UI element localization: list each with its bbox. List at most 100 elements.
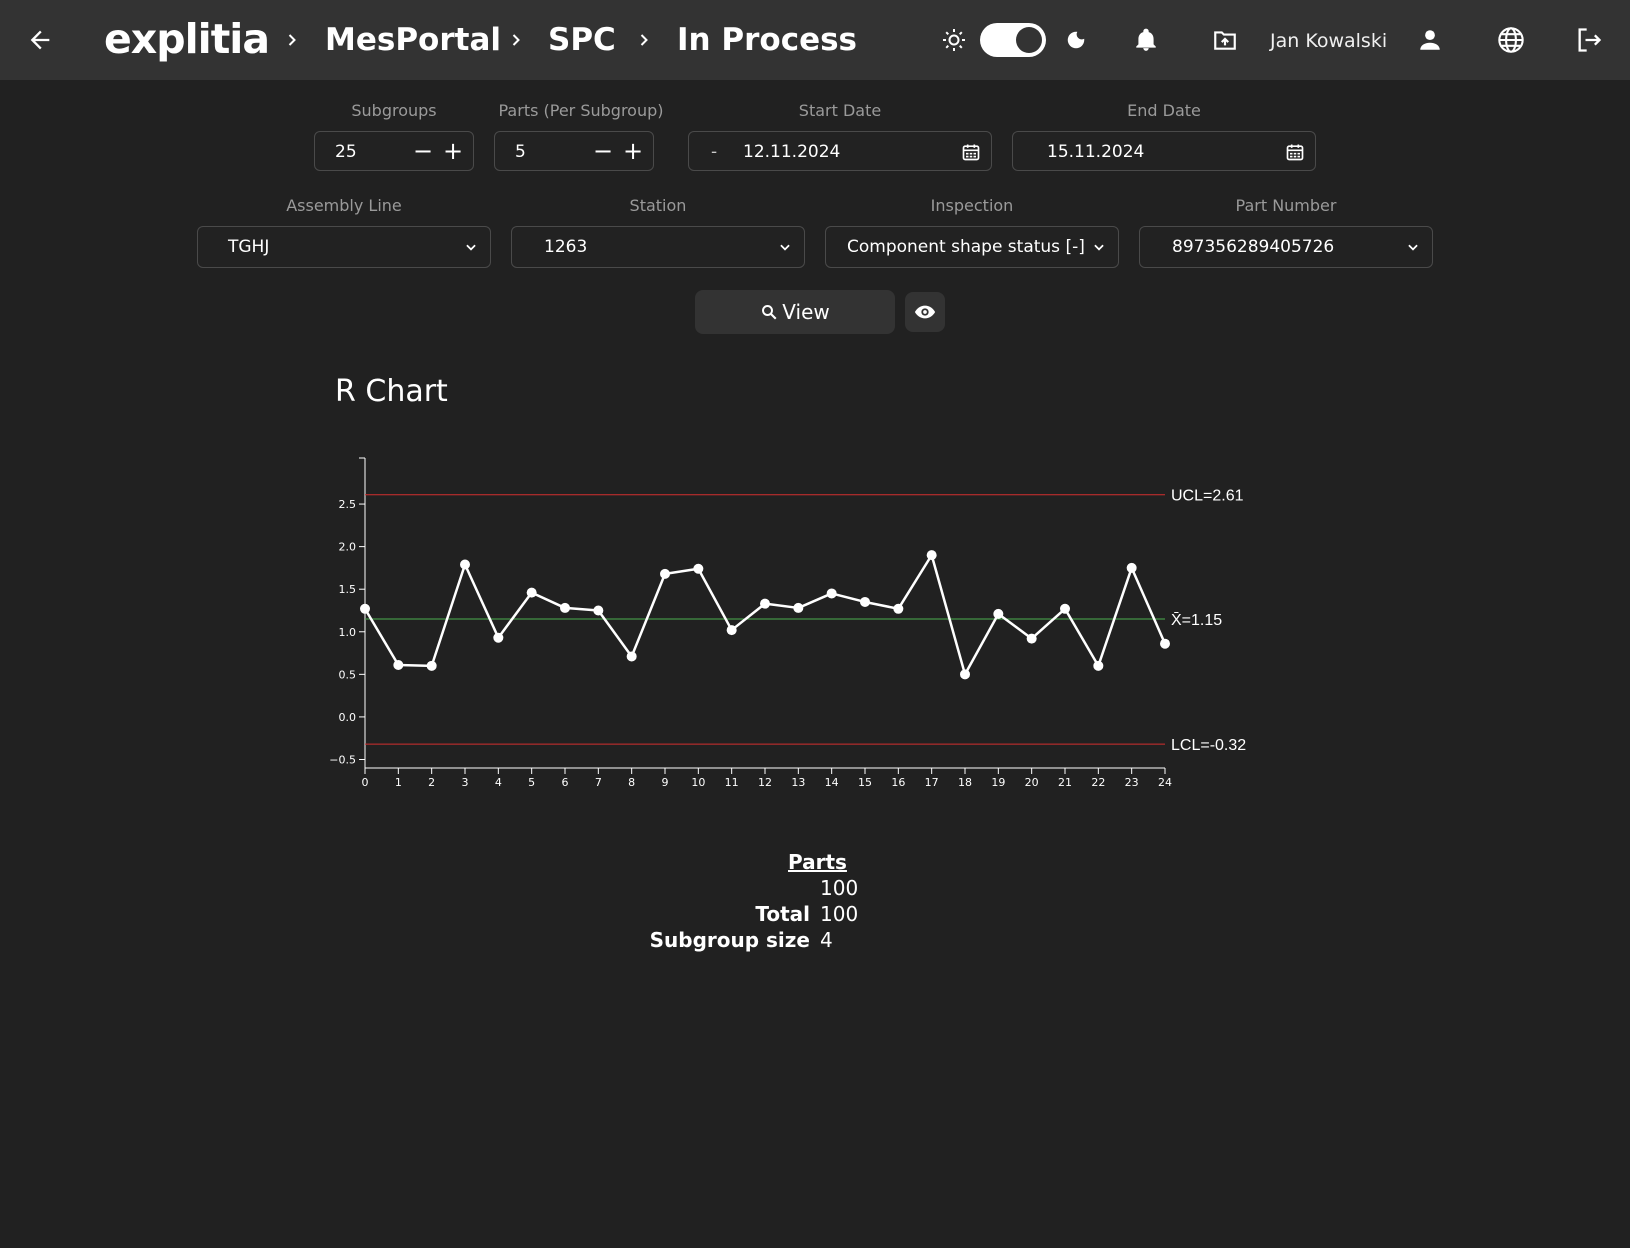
data-point: [593, 605, 604, 616]
x-tick-label: 22: [1091, 776, 1105, 789]
subgroups-label: Subgroups: [351, 101, 437, 120]
toggle-visibility-button[interactable]: [905, 292, 945, 332]
breadcrumb-in-process[interactable]: In Process: [677, 18, 857, 62]
subgroups-decrement-button[interactable]: −: [409, 137, 437, 165]
x-tick-label: 5: [528, 776, 535, 789]
assembly-line-value: TGHJ: [228, 237, 270, 257]
subgroups-value[interactable]: 25: [335, 142, 357, 162]
station-label: Station: [629, 196, 687, 215]
eye-icon: [914, 305, 936, 319]
start-date-value[interactable]: 12.11.2024: [743, 142, 840, 162]
x-tick-label: 8: [628, 776, 635, 789]
x-tick-label: 1: [395, 776, 402, 789]
chart-title: R Chart: [335, 374, 448, 409]
breadcrumb-mesportal[interactable]: MesPortal: [325, 18, 501, 62]
start-date-input[interactable]: - 12.11.2024: [688, 131, 992, 171]
chevron-right-icon: [504, 24, 528, 56]
assembly-line-select[interactable]: TGHJ: [197, 226, 491, 268]
x-tick-label: 4: [495, 776, 502, 789]
data-point: [560, 602, 570, 613]
control-line-label-center: X̄=1.15: [1171, 612, 1222, 629]
stat-label: [560, 876, 810, 902]
toggle-knob: [1016, 27, 1042, 53]
data-point: [1093, 660, 1104, 671]
data-point: [793, 602, 804, 613]
subgroups-increment-button[interactable]: +: [439, 137, 467, 165]
chevron-down-icon: [1094, 244, 1104, 251]
end-date-input[interactable]: 15.11.2024: [1012, 131, 1316, 171]
parts-increment-button[interactable]: +: [619, 137, 647, 165]
part-number-label: Part Number: [1235, 196, 1337, 215]
end-date-label: End Date: [1127, 101, 1201, 120]
view-button-label: View: [782, 300, 830, 324]
data-point: [493, 632, 504, 643]
theme-toggle[interactable]: [980, 23, 1046, 57]
r-chart: −0.50.00.51.01.52.02.50 1 2 3 4 5 6 7 8 9 10 11 12 13…: [329, 457, 1246, 789]
station-select[interactable]: 1263: [511, 226, 805, 268]
logout-icon[interactable]: [1572, 22, 1606, 58]
subgroups-stepper[interactable]: 25 − +: [314, 131, 474, 171]
inspection-value: Component shape status [-]: [847, 237, 1085, 257]
brand-logo[interactable]: explitia: [104, 14, 270, 64]
chevron-right-icon: [280, 24, 304, 56]
data-point: [693, 563, 704, 574]
parts-decrement-button[interactable]: −: [589, 137, 617, 165]
back-button[interactable]: [22, 20, 58, 60]
part-number-select[interactable]: 897356289405726: [1139, 226, 1433, 268]
y-tick-label: 1.5: [339, 583, 357, 596]
data-point: [926, 550, 937, 561]
stat-label-subgroup-size: Subgroup size: [649, 928, 810, 952]
x-tick-label: 18: [958, 776, 972, 789]
notifications-bell-icon[interactable]: [1130, 22, 1162, 58]
data-point: [1160, 638, 1170, 649]
control-line-label-lcl: LCL=-0.32: [1171, 737, 1246, 754]
y-tick-label: 2.0: [339, 541, 357, 554]
x-tick-label: 19: [991, 776, 1005, 789]
data-point: [460, 559, 470, 570]
data-point: [626, 651, 637, 662]
x-tick-label: 2: [428, 776, 435, 789]
end-date-value[interactable]: 15.11.2024: [1047, 142, 1144, 162]
account-icon[interactable]: [1414, 22, 1446, 58]
data-point: [826, 588, 837, 599]
data-point: [1026, 633, 1037, 644]
data-point: [760, 598, 770, 609]
x-tick-label: 15: [858, 776, 872, 789]
calendar-icon[interactable]: [961, 142, 981, 162]
parts-value[interactable]: 5: [515, 142, 526, 162]
station-value: 1263: [544, 237, 588, 257]
inspection-label: Inspection: [930, 196, 1014, 215]
x-tick-label: 23: [1125, 776, 1139, 789]
data-point: [426, 660, 437, 671]
x-tick-label: 24: [1158, 776, 1172, 789]
x-tick-label: 10: [691, 776, 705, 789]
chevron-down-icon: [1408, 244, 1418, 251]
parts-stepper[interactable]: 5 − +: [494, 131, 654, 171]
calendar-icon[interactable]: [1285, 142, 1305, 162]
x-tick-label: 6: [562, 776, 569, 789]
parts-summary-header: Parts: [788, 850, 847, 874]
stat-value: 100: [820, 876, 859, 900]
moon-icon: [1062, 26, 1090, 54]
data-point: [660, 568, 670, 579]
view-button[interactable]: View: [695, 290, 895, 334]
r-series-line: [363, 553, 1167, 676]
data-point: [1060, 603, 1070, 614]
folder-upload-icon[interactable]: [1208, 22, 1242, 58]
y-tick-label: −0.5: [329, 753, 356, 766]
inspection-select[interactable]: Component shape status [-]: [825, 226, 1119, 268]
x-tick-label: 21: [1058, 776, 1072, 789]
top-app-bar: explitia MesPortal SPC In Process Jan Ko…: [0, 0, 1630, 80]
x-tick-label: 3: [462, 776, 469, 789]
language-globe-icon[interactable]: [1494, 22, 1528, 58]
x-tick-label: 7: [595, 776, 602, 789]
x-tick-label: 14: [825, 776, 839, 789]
start-date-prefix: -: [711, 142, 718, 162]
control-line-label-ucl: UCL=2.61: [1171, 488, 1244, 505]
stat-value-subgroup-size: 4: [820, 928, 833, 952]
breadcrumb-spc[interactable]: SPC: [548, 18, 616, 62]
data-point: [860, 596, 870, 607]
chevron-down-icon: [780, 244, 790, 251]
y-tick-label: 2.5: [339, 498, 357, 511]
stat-label-total: Total: [755, 902, 810, 926]
